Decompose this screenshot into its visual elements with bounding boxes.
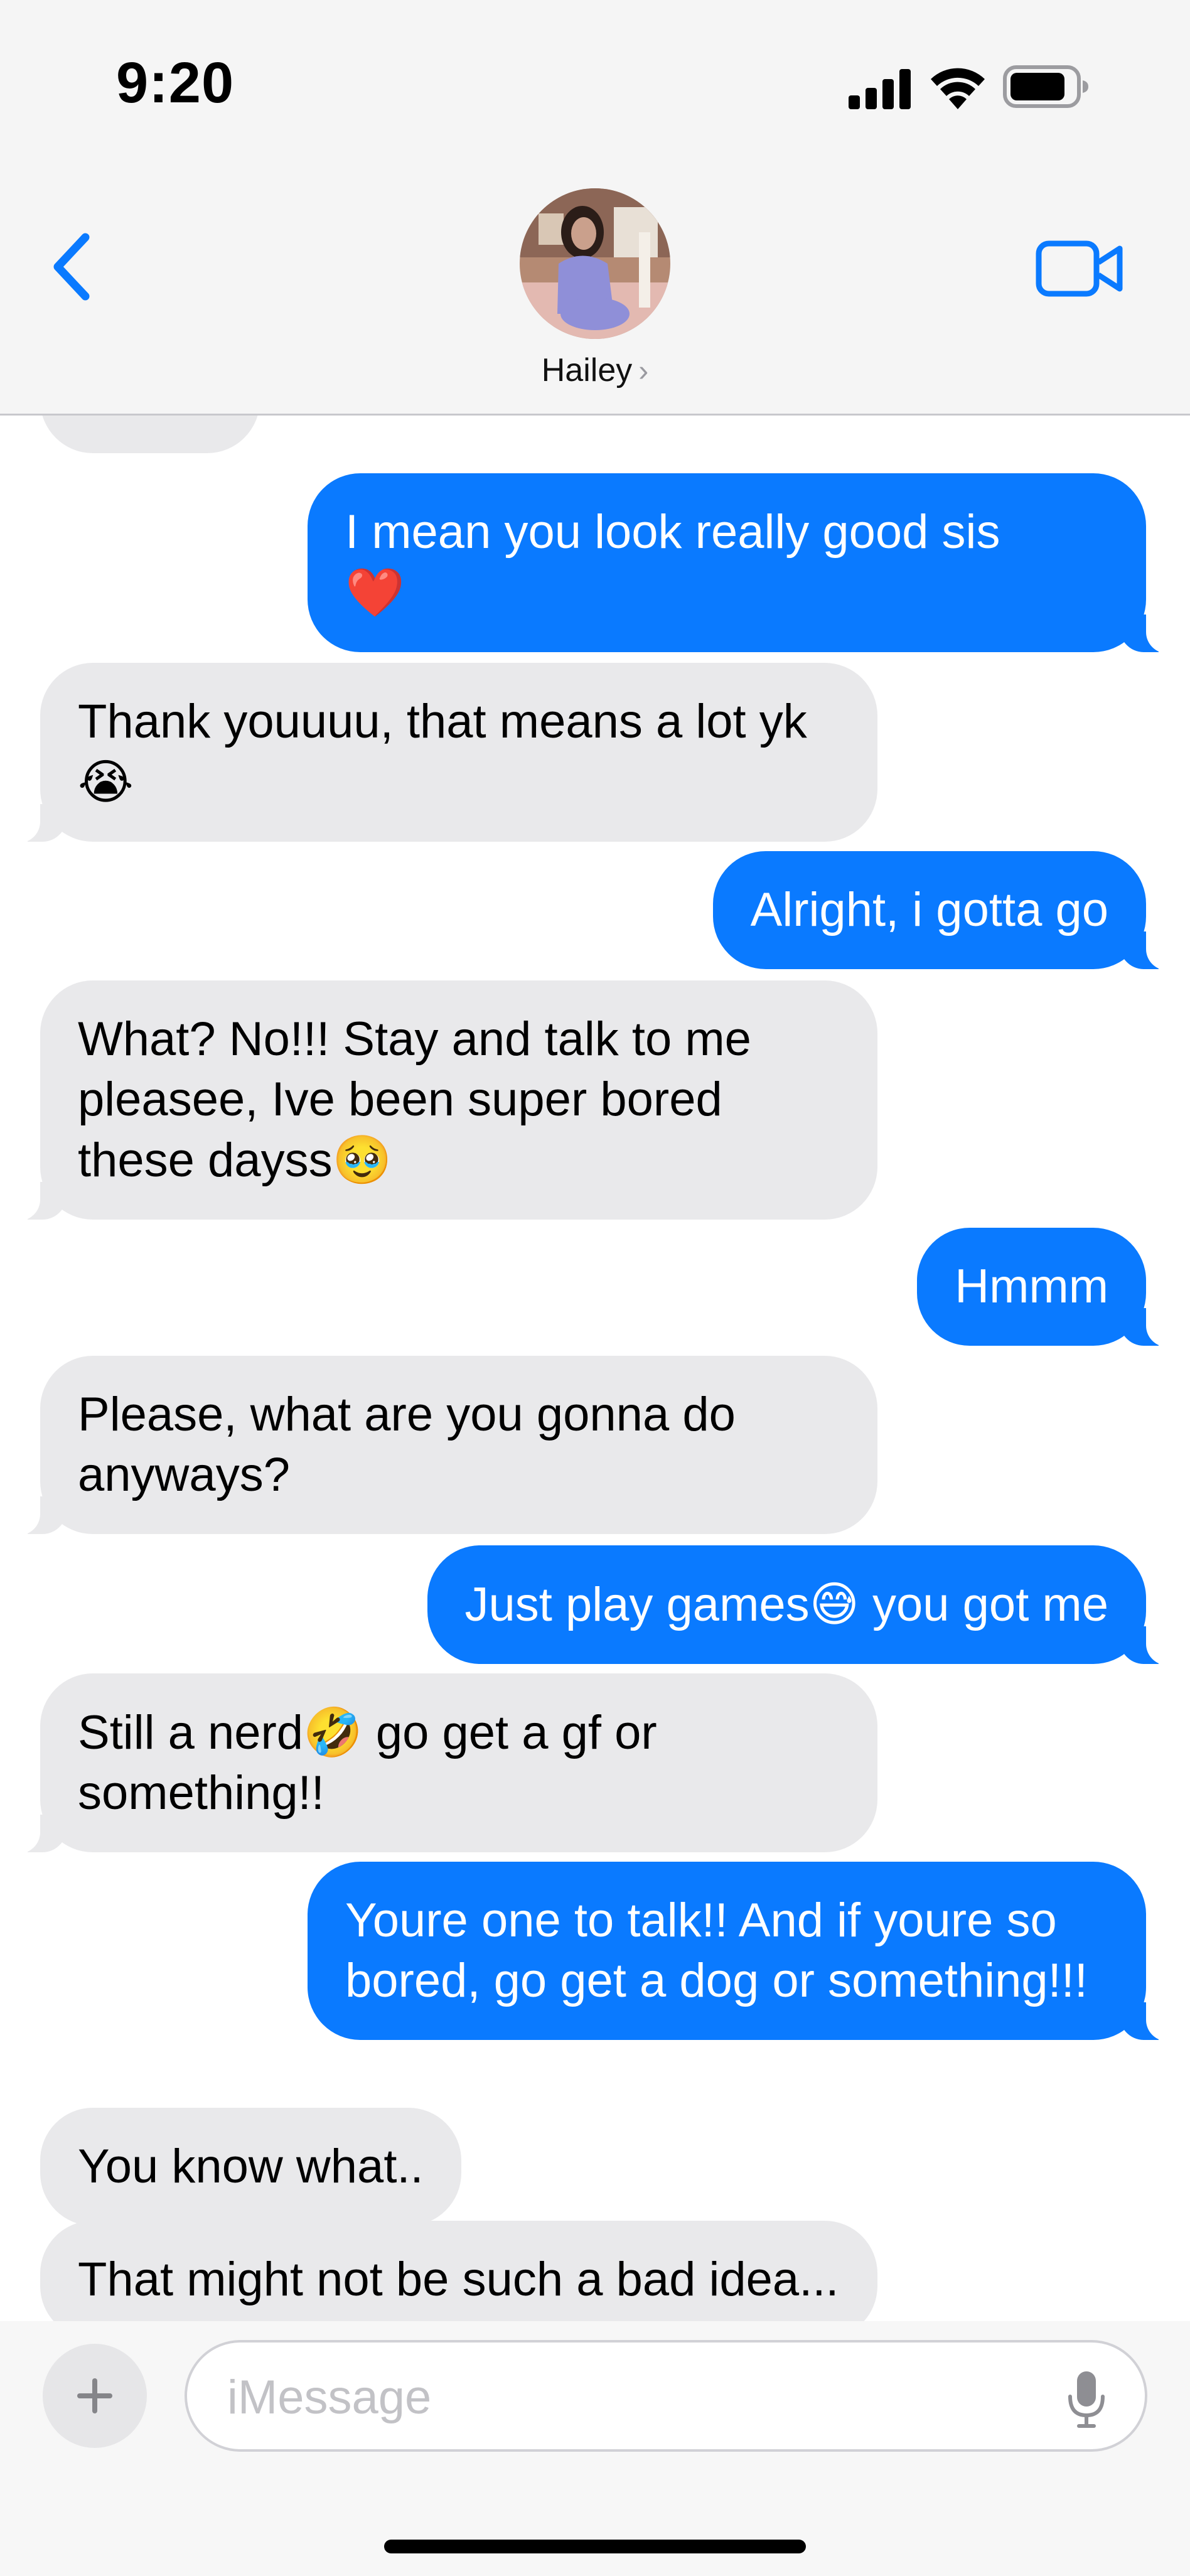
- message-bubble-incoming[interactable]: Thank youuuu, that means a lot yk 😭: [13, 663, 877, 843]
- contact-avatar[interactable]: [520, 188, 670, 339]
- status-bar: 9:20: [0, 0, 1190, 157]
- message-emoji: ❤️: [345, 564, 405, 620]
- message-bubble-incoming[interactable]: Please, what are you gonna do anyways?: [13, 1356, 877, 1535]
- plus-icon: [77, 2378, 112, 2413]
- cellular-signal-icon: [849, 69, 911, 109]
- message-bubble-outgoing[interactable]: Youre one to talk!! And if youre so bore…: [308, 1862, 1174, 2041]
- message-text: You know what..: [78, 2140, 424, 2193]
- message-emoji: 😭: [78, 754, 134, 810]
- message-text: That might not be such a bad idea...: [78, 2253, 839, 2306]
- video-camera-icon[interactable]: [1036, 239, 1123, 299]
- battery-icon: [1003, 65, 1088, 108]
- message-text: What? No!!! Stay and talk to me pleasee,…: [78, 1012, 751, 1187]
- message-text: Still a nerd: [78, 1706, 304, 1759]
- message-bubble-incoming[interactable]: What? No!!! Stay and talk to me pleasee,…: [13, 980, 877, 1221]
- message-bubble-outgoing[interactable]: I mean you look really good sis ❤️: [308, 473, 1174, 653]
- message-text: Just play games: [464, 1578, 810, 1631]
- conversation-header: Hailey ›: [0, 157, 1190, 416]
- message-emoji: 🥹: [332, 1132, 392, 1188]
- message-text: Please, what are you gonna do anyways?: [78, 1388, 736, 1501]
- message-text: you got me: [859, 1578, 1108, 1631]
- message-bubble-incoming[interactable]: You know what..: [40, 2108, 461, 2226]
- chevron-left-icon[interactable]: [49, 232, 94, 301]
- chevron-right-icon: ›: [638, 355, 649, 388]
- imessage-placeholder: iMessage: [227, 2371, 432, 2424]
- compose-bar: iMessage: [0, 2321, 1190, 2576]
- message-bubble-outgoing[interactable]: Hmmm: [917, 1228, 1174, 1347]
- message-text: I mean you look really good sis: [345, 505, 1000, 559]
- message-bubble-outgoing[interactable]: Just play games😅 you got me: [427, 1545, 1174, 1665]
- contact-name: Hailey: [541, 352, 633, 389]
- wifi-icon: [931, 68, 985, 109]
- message-text: Youre one to talk!! And if youre so bore…: [345, 1894, 1088, 2007]
- imessage-input[interactable]: iMessage: [185, 2340, 1147, 2452]
- message-bubble-incoming-partial: [40, 416, 260, 453]
- message-bubble-outgoing[interactable]: Alright, i gotta go: [712, 851, 1174, 970]
- message-text: Alright, i gotta go: [750, 883, 1108, 936]
- status-time: 9:20: [116, 51, 235, 115]
- message-bubble-incoming[interactable]: That might not be such a bad idea...: [40, 2221, 877, 2321]
- message-emoji: 🤣: [303, 1704, 363, 1760]
- add-attachment-button[interactable]: [43, 2344, 147, 2448]
- message-text: Thank youuuu, that means a lot yk: [78, 695, 807, 748]
- microphone-icon[interactable]: [1067, 2370, 1106, 2429]
- message-text: Hmmm: [955, 1260, 1108, 1313]
- home-indicator[interactable]: [384, 2540, 806, 2553]
- contact-name-button[interactable]: Hailey ›: [0, 352, 1190, 389]
- message-emoji: 😅: [809, 1576, 859, 1632]
- message-bubble-incoming[interactable]: Still a nerd🤣 go get a gf or something!!: [13, 1673, 877, 1854]
- message-thread[interactable]: I mean you look really good sis ❤️ Thank…: [0, 416, 1190, 2321]
